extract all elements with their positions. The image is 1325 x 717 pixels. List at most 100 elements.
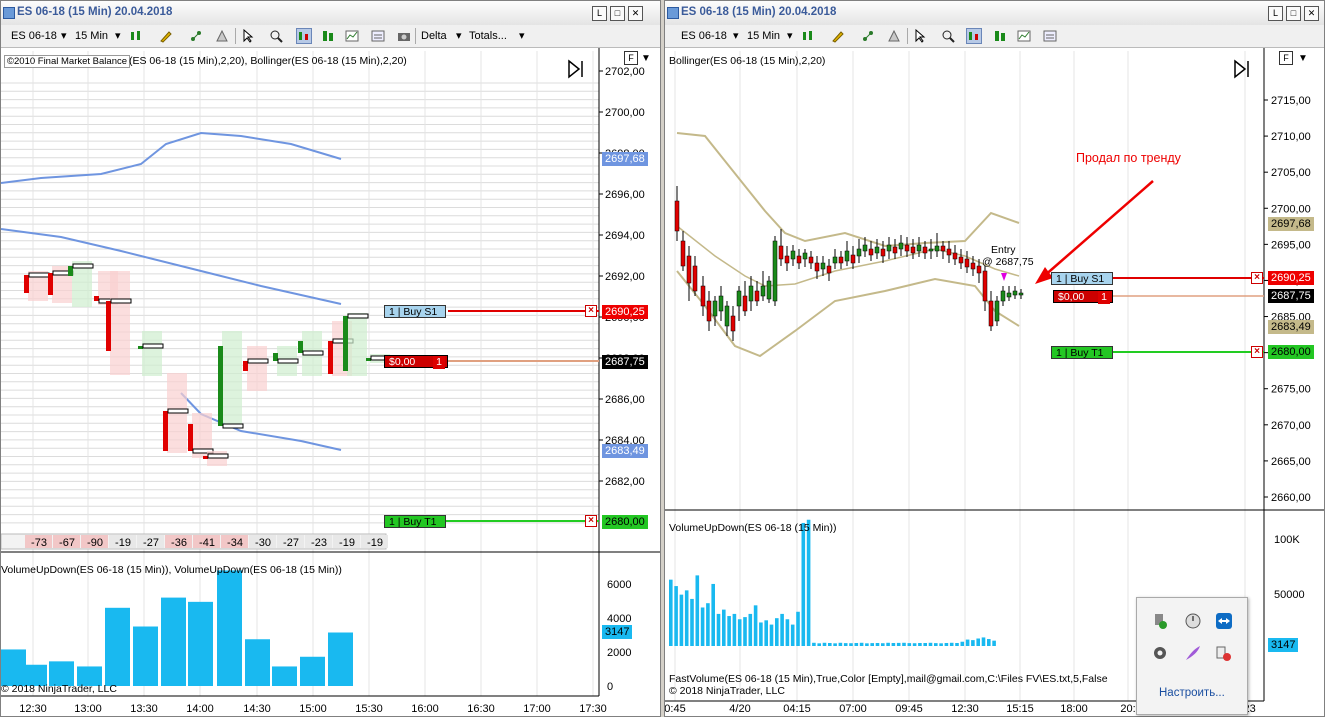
zoom-icon[interactable] — [941, 29, 955, 43]
candle-body — [218, 346, 223, 426]
position-box[interactable]: $0,00 1 — [1053, 290, 1113, 304]
pointer-icon[interactable] — [913, 29, 927, 43]
target-order-box[interactable]: 1 | Buy T1 — [1051, 346, 1113, 359]
properties-icon[interactable] — [1017, 29, 1031, 43]
order-flow-icon[interactable] — [321, 29, 335, 43]
strategy-icon[interactable] — [215, 29, 229, 43]
chart-style-icon[interactable] — [801, 29, 815, 43]
time-axis-label: 13:00 — [74, 703, 102, 715]
dropdown-arrow-icon[interactable]: ▾ — [733, 28, 739, 44]
dropdown-arrow-icon[interactable]: ▾ — [115, 28, 121, 44]
cancel-target-close-icon[interactable]: × — [585, 515, 597, 527]
restore-button[interactable]: L — [592, 6, 607, 21]
cancel-target-close-icon[interactable]: × — [1251, 346, 1263, 358]
volume-bar — [245, 639, 270, 686]
delta-value: -23 — [311, 537, 327, 549]
network-error-icon[interactable] — [1215, 644, 1233, 662]
chevron-down-icon[interactable]: ▼ — [641, 53, 651, 64]
stop-order-qty: 1 — [389, 306, 395, 318]
candle-body — [730, 315, 736, 332]
delta-dropdown[interactable]: Delta — [421, 28, 447, 44]
format-button[interactable]: F — [1279, 51, 1293, 65]
play-forward-icon[interactable] — [567, 59, 593, 79]
play-forward-icon[interactable] — [1233, 59, 1259, 79]
chart-trader-icon[interactable] — [966, 28, 982, 44]
stop-order-box[interactable]: 1 | Buy S1 — [1051, 272, 1113, 285]
volume-bar — [161, 597, 186, 686]
data-box-icon[interactable] — [371, 29, 385, 43]
close-button[interactable]: ✕ — [628, 6, 643, 21]
delta-value: -36 — [171, 537, 187, 549]
close-button[interactable]: ✕ — [1304, 6, 1319, 21]
candle-body — [922, 246, 928, 254]
volume-bar — [769, 624, 774, 646]
time-axis-label: 09:45 — [895, 703, 923, 715]
entry-arrow-icon — [1001, 273, 1007, 281]
camera-icon[interactable] — [397, 29, 411, 43]
indicators-icon[interactable] — [861, 29, 875, 43]
candle-body — [1006, 292, 1012, 298]
cancel-stop-close-icon[interactable]: × — [1251, 272, 1263, 284]
volume-bar — [881, 643, 885, 646]
gear-icon[interactable] — [1151, 644, 1169, 662]
usb-safe-remove-icon[interactable] — [1151, 612, 1169, 630]
totals-button[interactable]: Totals... — [469, 28, 507, 44]
candle-open-marker — [167, 408, 189, 414]
right-title-bar[interactable]: ES 06-18 (15 Min) 20.04.2018 L □ ✕ — [665, 1, 1324, 26]
chart-trader-icon[interactable] — [296, 28, 312, 44]
restore-button[interactable]: L — [1268, 6, 1283, 21]
instrument-selector[interactable]: ES 06-18 — [11, 28, 57, 44]
format-button[interactable]: F — [624, 51, 638, 65]
instrument-selector[interactable]: ES 06-18 — [681, 28, 727, 44]
order-flow-icon[interactable] — [993, 29, 1007, 43]
maximize-button[interactable]: □ — [610, 6, 625, 21]
candle-body — [910, 246, 916, 254]
customize-link[interactable]: Настроить... — [1159, 687, 1225, 699]
zoom-icon[interactable] — [269, 29, 283, 43]
strategy-icon[interactable] — [887, 29, 901, 43]
candle-body — [832, 256, 838, 264]
properties-icon[interactable] — [345, 29, 359, 43]
dropdown-arrow-icon[interactable]: ▾ — [456, 28, 462, 44]
cancel-stop-close-icon[interactable]: × — [585, 305, 597, 317]
target-order-box[interactable]: 1 | Buy T1 — [384, 515, 446, 528]
candle-body — [886, 244, 892, 252]
indicators-icon[interactable] — [189, 29, 203, 43]
upper-band-tag: 2697,68 — [1268, 217, 1314, 231]
candle-body — [958, 256, 964, 264]
annotation-arrow — [1042, 180, 1154, 278]
candle-body — [862, 244, 868, 252]
volume-bar — [923, 643, 927, 646]
time-axis-label: 13:30 — [130, 703, 158, 715]
left-title-bar[interactable]: ES 06-18 (15 Min) 20.04.2018 L □ ✕ — [1, 1, 660, 26]
candle-open-marker — [222, 423, 244, 429]
candle-body — [706, 300, 712, 322]
delta-value: -73 — [31, 537, 47, 549]
data-box-icon[interactable] — [1043, 29, 1057, 43]
stop-order-box[interactable]: 1 | Buy S1 — [384, 305, 446, 318]
dropdown-arrow-icon[interactable]: ▾ — [787, 28, 793, 44]
draw-pencil-icon[interactable] — [831, 29, 845, 43]
pointer-icon[interactable] — [241, 29, 255, 43]
position-box[interactable]: $0,00 1 — [384, 355, 448, 369]
dropdown-arrow-icon[interactable]: ▾ — [519, 28, 525, 44]
dropdown-arrow-icon[interactable]: ▾ — [61, 28, 67, 44]
left-price-chart[interactable]: 2702,002700,002698,002696,002694,002692,… — [1, 48, 661, 717]
teamviewer-icon[interactable] — [1215, 612, 1233, 630]
interval-selector[interactable]: 15 Min — [75, 28, 108, 44]
last-price-tag: 2687,75 — [1268, 289, 1314, 303]
price-axis-label: 2660,00 — [1271, 492, 1311, 504]
volume-bar — [859, 642, 864, 646]
chevron-down-icon[interactable]: ▼ — [1298, 53, 1308, 64]
maximize-button[interactable]: □ — [1286, 6, 1301, 21]
candle-body — [802, 252, 808, 260]
draw-pencil-icon[interactable] — [159, 29, 173, 43]
volume-bar — [684, 590, 689, 646]
volume-bar — [801, 522, 806, 646]
time-axis-label: 17:30 — [579, 703, 607, 715]
chart-style-icon[interactable] — [129, 29, 143, 43]
interval-selector[interactable]: 15 Min — [747, 28, 780, 44]
candle-body — [712, 300, 718, 317]
clock-sync-icon[interactable] — [1184, 612, 1202, 630]
feather-icon[interactable] — [1184, 644, 1202, 662]
